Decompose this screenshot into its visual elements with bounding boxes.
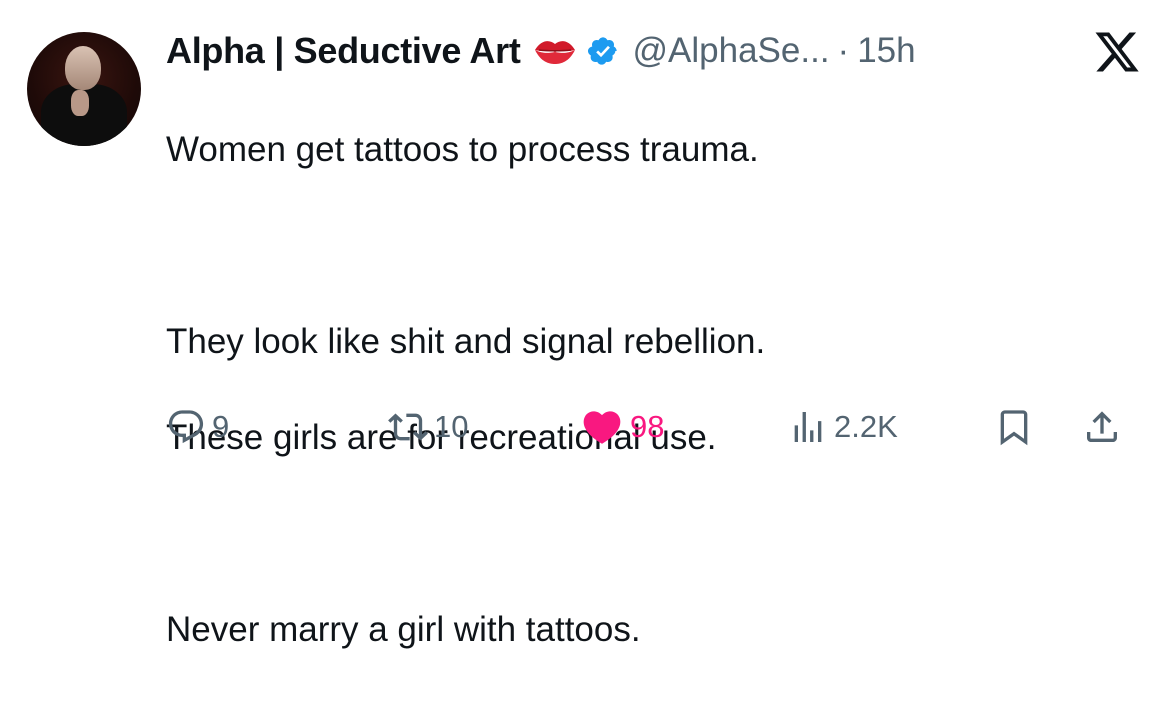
- reply-count: 9: [212, 409, 230, 444]
- tweet-line: They look like shit and signal rebellion…: [166, 322, 766, 361]
- tweet-header: Alpha | Seductive Art @AlphaSe... · 15h: [166, 28, 916, 74]
- tweet-line: [166, 222, 1116, 270]
- tweet-line: Women get tattoos to process trauma.: [166, 130, 759, 169]
- bookmark-button[interactable]: [994, 402, 1034, 452]
- tweet-line: [166, 510, 1116, 558]
- x-logo-icon[interactable]: [1092, 28, 1142, 76]
- share-button[interactable]: [1082, 402, 1122, 452]
- views-button[interactable]: 2.2K: [788, 402, 898, 452]
- views-count: 2.2K: [834, 409, 898, 444]
- verified-badge-icon: [587, 35, 619, 67]
- share-icon: [1087, 411, 1117, 442]
- reply-icon: [168, 410, 204, 444]
- repost-button[interactable]: 10: [388, 402, 468, 452]
- kiss-mark-icon: [533, 36, 577, 66]
- bookmark-icon: [1000, 410, 1028, 446]
- avatar[interactable]: [27, 32, 141, 146]
- time-separator: ·: [837, 31, 850, 70]
- views-icon: [794, 412, 822, 442]
- author-handle[interactable]: @AlphaSe...: [633, 31, 830, 71]
- author-name[interactable]: Alpha | Seductive Art: [166, 30, 521, 72]
- repost-icon: [388, 413, 428, 441]
- avatar-hand: [71, 90, 89, 116]
- repost-count: 10: [434, 409, 469, 444]
- action-bar: 9 10 98 2.2K: [166, 402, 1146, 452]
- like-count: 98: [630, 409, 665, 444]
- tweet-text: Women get tattoos to process trauma. The…: [166, 78, 1116, 702]
- post-time[interactable]: 15h: [857, 31, 915, 71]
- like-button[interactable]: 98: [580, 402, 664, 452]
- reply-button[interactable]: 9: [166, 402, 229, 452]
- avatar-head: [65, 46, 101, 90]
- heart-icon: [583, 411, 621, 444]
- tweet-line: Never marry a girl with tattoos.: [166, 610, 641, 649]
